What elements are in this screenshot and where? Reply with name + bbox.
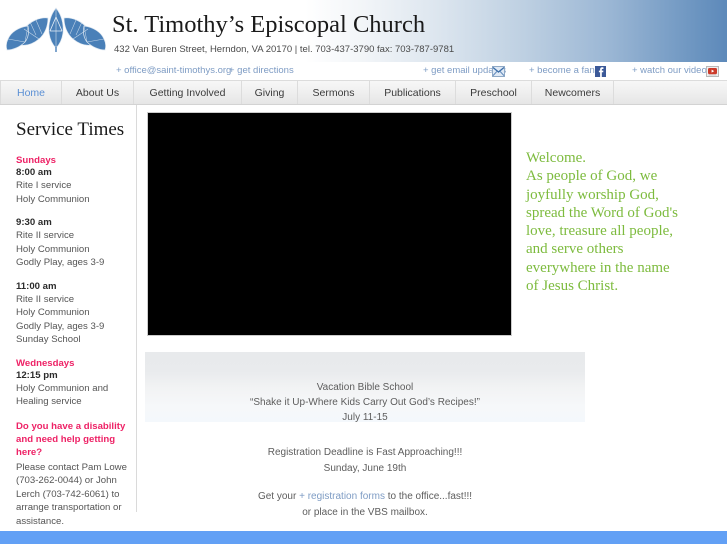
registration-deadline: Registration Deadline is Fast Approachin… [267, 447, 463, 458]
service-day-label: Sundays [16, 155, 56, 166]
vbs-line-1: Vacation Bible School [316, 382, 414, 393]
nav-item-label: Giving [254, 86, 285, 99]
registration-block: Registration Deadline is Fast Approachin… [145, 445, 585, 520]
welcome-message: Welcome. As people of God, we joyfully w… [526, 149, 724, 295]
body-wrapper: Service Times Sundays 8:00 am Rite I ser… [0, 105, 727, 544]
service-time-label: 9:30 am [16, 217, 52, 228]
nav-item-label: Sermons [312, 86, 355, 99]
mail-envelope-icon[interactable] [492, 64, 505, 77]
welcome-line: and serve others [526, 241, 624, 258]
registration-mailbox-note: or place in the VBS mailbox. [302, 506, 428, 518]
service-time-label: 8:00 am [16, 167, 52, 178]
registration-forms-link[interactable]: + registration forms [299, 491, 385, 502]
nav-item-label: Newcomers [544, 86, 601, 99]
registration-instruction: Get your + registration forms to the off… [145, 489, 585, 505]
service-detail: Godly Play, ages 3-9 [16, 320, 105, 332]
nav-item-preschool[interactable]: Preschool [456, 81, 532, 104]
site-header: St. Timothy’s Episcopal Church 432 Van B… [0, 0, 727, 62]
nav-item-label: Getting Involved [149, 86, 226, 99]
accessibility-heading: Do you have a disability and need help g… [16, 420, 126, 458]
nav-item-home[interactable]: Home [0, 81, 62, 104]
church-address: 432 Van Buren Street, Herndon, VA 20170 … [114, 44, 455, 55]
welcome-line: love, treasure all people, [526, 223, 674, 240]
service-detail: Sunday School [16, 334, 81, 345]
nav-item-label: Home [16, 86, 45, 99]
nav-item-label: About Us [75, 86, 120, 99]
welcome-line: everywhere in the name [526, 259, 670, 276]
nav-item-label: Preschool [470, 86, 517, 99]
office-email-link[interactable]: + office@saint-timothys.org [116, 65, 231, 76]
service-time-label: 12:15 pm [16, 369, 58, 381]
service-detail: Healing service [16, 396, 82, 407]
welcome-line: Welcome. [526, 150, 587, 166]
service-detail: Rite II service [16, 293, 75, 305]
nav-item-giving[interactable]: Giving [242, 81, 298, 104]
footer-accent-bar [0, 531, 727, 544]
nav-item-label: Publications [384, 86, 441, 99]
facebook-icon[interactable] [594, 64, 607, 77]
welcome-line: As people of God, we [526, 168, 658, 185]
service-detail: Holy Communion [16, 243, 90, 255]
service-detail: Rite II service [16, 230, 75, 241]
service-group-sunday-930: 9:30 am Rite II service Holy Communion G… [16, 217, 128, 270]
service-detail: Holy Communion [16, 307, 90, 318]
registration-instruction-prefix: Get your [257, 491, 300, 502]
registration-date: Sunday, June 19th [323, 462, 407, 474]
church-leaf-logo-icon [5, 5, 107, 53]
get-directions-link[interactable]: + get directions [229, 65, 294, 76]
service-group-wednesdays: Wednesdays 12:15 pm Holy Communion and H… [16, 358, 128, 409]
vbs-announcement-panel: Vacation Bible School “Shake it Up-Where… [145, 352, 585, 425]
welcome-line: joyfully worship God, [526, 186, 659, 203]
welcome-line: of Jesus Christ. [526, 278, 619, 295]
video-player-placeholder[interactable] [147, 112, 512, 336]
nav-filler [614, 81, 727, 104]
sidebar: Service Times Sundays 8:00 am Rite I ser… [0, 105, 137, 527]
service-detail: Holy Communion and [16, 382, 109, 394]
registration-instruction-suffix: to the office...fast!!! [384, 491, 473, 502]
service-detail: Holy Communion [16, 193, 90, 205]
vbs-line-2: “Shake it Up-Where Kids Carry Out God’s … [250, 397, 480, 408]
youtube-icon[interactable] [706, 64, 719, 77]
nav-item-getting-involved[interactable]: Getting Involved [134, 81, 242, 104]
nav-item-publications[interactable]: Publications [370, 81, 456, 104]
service-group-sundays: Sundays 8:00 am Rite I service Holy Comm… [16, 155, 128, 206]
nav-item-sermons[interactable]: Sermons [298, 81, 370, 104]
page-root: St. Timothy’s Episcopal Church 432 Van B… [0, 0, 727, 545]
page-title: St. Timothy’s Episcopal Church [112, 11, 426, 38]
service-group-sunday-1100: 11:00 am Rite II service Holy Communion … [16, 281, 128, 347]
become-a-fan-link[interactable]: + become a fan [529, 65, 595, 76]
nav-item-about-us[interactable]: About Us [62, 81, 134, 104]
welcome-line: spread the Word of God's [526, 204, 679, 221]
service-time-label: 11:00 am [16, 280, 57, 292]
service-day-label: Wednesdays [16, 357, 75, 369]
accessibility-body: Please contact Pam Lowe (703-262-0044) o… [16, 461, 127, 527]
vbs-line-3: July 11-15 [342, 412, 388, 423]
sidebar-title: Service Times [16, 119, 125, 140]
utility-link-row: + office@saint-timothys.org + get direct… [0, 62, 727, 80]
accessibility-notice: Do you have a disability and need help g… [16, 420, 128, 529]
watch-our-videos-link[interactable]: + watch our videos [632, 65, 711, 76]
vbs-announcement-text: Vacation Bible School “Shake it Up-Where… [145, 380, 585, 425]
main-navigation: Home About Us Getting Involved Giving Se… [0, 80, 727, 105]
nav-item-newcomers[interactable]: Newcomers [532, 81, 614, 104]
service-detail: Godly Play, ages 3-9 [16, 257, 105, 268]
service-detail: Rite I service [16, 180, 72, 191]
